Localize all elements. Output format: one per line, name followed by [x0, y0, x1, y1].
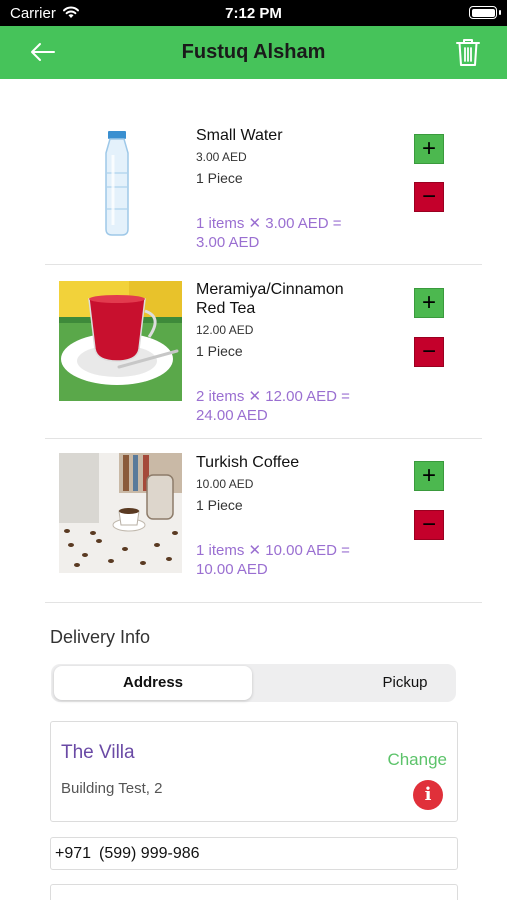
- line-total: 1 items ✕ 3.00 AED = 3.00 AED: [196, 215, 342, 251]
- input-field[interactable]: [50, 884, 458, 900]
- address-line: Building Test, 2: [61, 780, 163, 797]
- increase-quantity-button[interactable]: +: [414, 461, 444, 491]
- info-icon[interactable]: i: [413, 780, 443, 810]
- product-image-water: [59, 125, 182, 245]
- tab-pickup[interactable]: Pickup: [306, 666, 504, 700]
- decrease-quantity-button[interactable]: −: [414, 337, 444, 367]
- product-name: Turkish Coffee: [196, 454, 300, 471]
- cart-item: Meramiya/Cinnamon Red Tea 12.00 AED 1 Pi…: [45, 265, 482, 439]
- phone-number[interactable]: (599) 999-986: [99, 845, 200, 863]
- product-unit: 1 Piece: [196, 170, 243, 186]
- increase-quantity-button[interactable]: +: [414, 134, 444, 164]
- change-address-button[interactable]: Change: [387, 750, 447, 770]
- page-title: Fustuq Alsham: [181, 41, 326, 63]
- increase-quantity-button[interactable]: +: [414, 288, 444, 318]
- delivery-method-segmented-control: Address Pickup: [51, 664, 456, 702]
- cart-item: Small Water 3.00 AED 1 Piece 1 items ✕ 3…: [45, 100, 482, 265]
- product-image-red-tea: [59, 281, 182, 401]
- delivery-info-heading: Delivery Info: [50, 627, 151, 647]
- cart-item: Turkish Coffee 10.00 AED 1 Piece 1 items…: [45, 439, 482, 603]
- phone-field[interactable]: +971 (599) 999-986: [50, 837, 458, 870]
- trash-icon[interactable]: [453, 36, 483, 68]
- line-total: 2 items ✕ 12.00 AED = 24.00 AED: [196, 388, 350, 424]
- product-price: 10.00 AED: [196, 477, 254, 491]
- product-unit: 1 Piece: [196, 343, 243, 359]
- decrease-quantity-button[interactable]: −: [414, 182, 444, 212]
- tab-address[interactable]: Address: [54, 666, 252, 700]
- decrease-quantity-button[interactable]: −: [414, 510, 444, 540]
- address-name: The Villa: [61, 742, 135, 763]
- clock: 7:12 PM: [225, 5, 282, 22]
- product-image-coffee: [59, 453, 182, 573]
- line-total: 1 items ✕ 10.00 AED = 10.00 AED: [196, 542, 350, 578]
- product-name: Small Water: [196, 127, 283, 144]
- status-bar: Carrier 7:12 PM: [0, 0, 507, 26]
- address-card[interactable]: The Villa Building Test, 2 Change i: [50, 721, 458, 822]
- product-price: 12.00 AED: [196, 323, 254, 337]
- battery-tip: [499, 10, 501, 15]
- phone-country-code[interactable]: +971: [55, 845, 91, 863]
- app-header: Fustuq Alsham: [0, 26, 507, 79]
- product-price: 3.00 AED: [196, 150, 247, 164]
- product-name: Meramiya/Cinnamon Red Tea: [196, 281, 344, 317]
- product-unit: 1 Piece: [196, 497, 243, 513]
- battery-icon: [469, 6, 497, 19]
